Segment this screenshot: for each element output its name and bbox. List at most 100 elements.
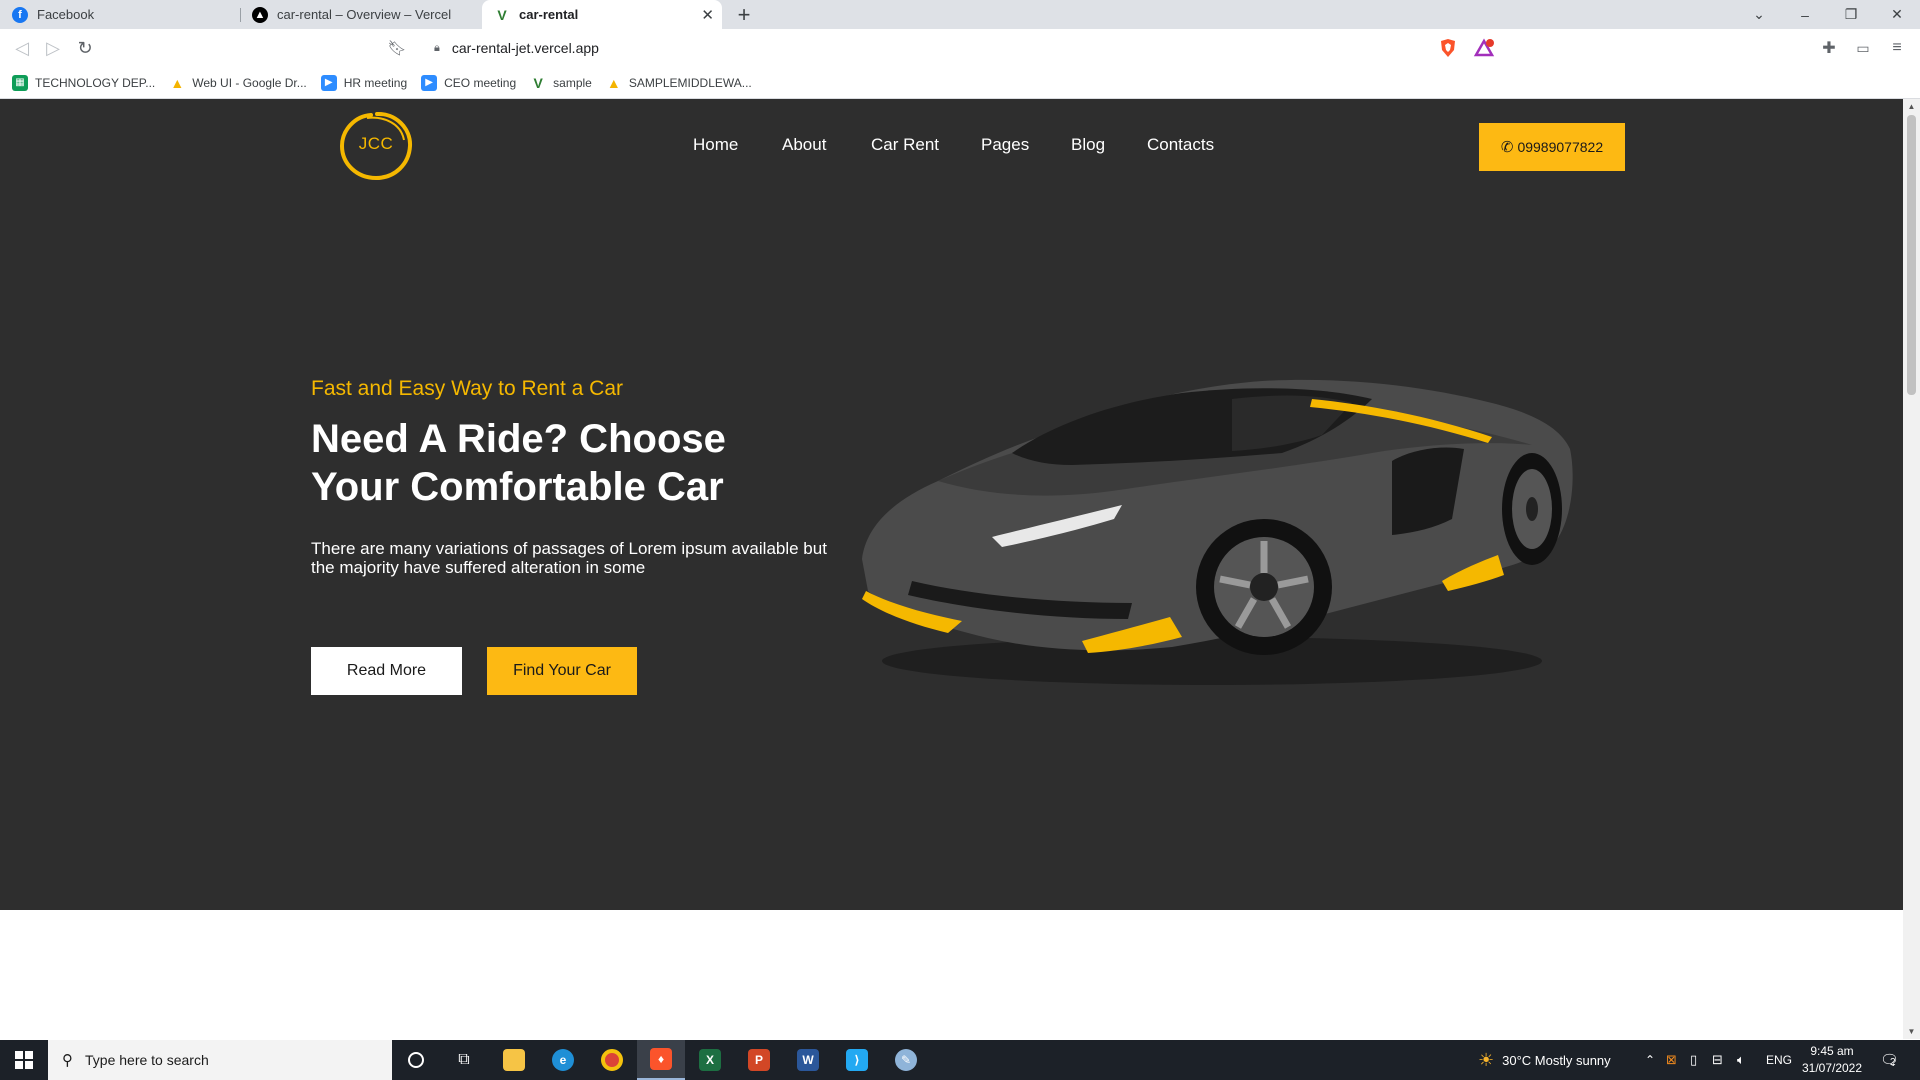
hero-tagline: Fast and Easy Way to Rent a Car: [311, 377, 624, 400]
language-indicator[interactable]: ENG: [1766, 1040, 1792, 1080]
search-placeholder: Type here to search: [85, 1052, 209, 1068]
extensions-icon[interactable]: ✚: [1818, 37, 1840, 59]
edge-button[interactable]: e: [539, 1040, 587, 1080]
notifications-button[interactable]: 🗨︎ 2: [1880, 1040, 1899, 1080]
search-icon: ⚲: [62, 1052, 73, 1069]
scrollbar-thumb[interactable]: [1907, 115, 1916, 395]
minimize-button[interactable]: –: [1782, 0, 1828, 29]
excel-button[interactable]: X: [686, 1040, 734, 1080]
sun-cloud-icon: ☀: [1478, 1049, 1495, 1070]
xampp-icon[interactable]: ⊠: [1666, 1040, 1677, 1080]
page-scrollbar[interactable]: ▲ ▼: [1903, 99, 1920, 1039]
nav-contacts[interactable]: Contacts: [1147, 135, 1214, 155]
close-window-button[interactable]: ✕: [1874, 0, 1920, 29]
restore-button[interactable]: ❐: [1828, 0, 1874, 29]
hero-section: JCC Home About Car Rent Pages Blog Conta…: [0, 99, 1903, 910]
wallet-icon[interactable]: ▭: [1852, 37, 1874, 59]
powerpoint-button[interactable]: P: [735, 1040, 783, 1080]
bookmark-web-ui[interactable]: ▲ Web UI - Google Dr...: [169, 75, 307, 91]
paint-button[interactable]: ✎: [882, 1040, 930, 1080]
read-more-button[interactable]: Read More: [311, 647, 462, 695]
bookmark-label: Web UI - Google Dr...: [192, 75, 307, 90]
system-clock[interactable]: 9:45 am 31/07/2022: [1796, 1043, 1868, 1077]
nav-blog[interactable]: Blog: [1071, 135, 1105, 155]
chrome-icon: [601, 1049, 623, 1071]
brave-button[interactable]: ♦: [637, 1040, 685, 1080]
tray-chevron-icon[interactable]: ⌃: [1645, 1040, 1655, 1080]
bookmark-label: sample: [553, 75, 592, 90]
notification-count: 2: [1890, 1056, 1896, 1068]
bookmark-samplemiddleware[interactable]: ▲ SAMPLEMIDDLEWA...: [606, 75, 752, 91]
nav-about[interactable]: About: [782, 135, 826, 155]
browser-tab-strip: f Facebook ▲ car-rental – Overview – Ver…: [0, 0, 1920, 29]
forward-button[interactable]: ▷: [42, 37, 64, 59]
web-page: JCC Home About Car Rent Pages Blog Conta…: [0, 99, 1903, 1039]
nav-car-rent[interactable]: Car Rent: [871, 135, 939, 155]
brave-shields-icon[interactable]: [1437, 37, 1459, 59]
phone-button[interactable]: ✆ 09989077822: [1479, 123, 1625, 171]
vscode-icon: ⟩: [846, 1049, 868, 1071]
vscode-button[interactable]: ⟩: [833, 1040, 881, 1080]
cortana-icon: [408, 1052, 424, 1068]
nav-home[interactable]: Home: [693, 135, 738, 155]
file-explorer-button[interactable]: [490, 1040, 538, 1080]
sheets-icon: ▦: [12, 74, 28, 91]
tab-title: Facebook: [37, 7, 95, 22]
bookmark-sample[interactable]: V sample: [530, 74, 592, 91]
vercel-v-icon: V: [533, 74, 543, 91]
hero-description: There are many variations of passages of…: [311, 539, 827, 577]
logo-text: JCC: [358, 134, 394, 153]
url-text: car-rental-jet.vercel.app: [451, 40, 599, 56]
address-bar[interactable]: 🔒︎ car-rental-jet.vercel.app: [422, 33, 1497, 63]
menu-icon[interactable]: ≡: [1886, 37, 1908, 59]
bookmark-ceo-meeting[interactable]: ▶ CEO meeting: [421, 74, 517, 91]
phone-icon: ✆: [1500, 139, 1514, 156]
site-logo[interactable]: JCC: [337, 110, 415, 181]
cortana-button[interactable]: [392, 1040, 440, 1080]
excel-icon: X: [699, 1049, 721, 1071]
back-button[interactable]: ◁: [11, 37, 33, 59]
taskbar-search[interactable]: ⚲ Type here to search: [48, 1040, 392, 1080]
volume-icon[interactable]: 🔈︎: [1737, 1040, 1745, 1080]
paint-icon: ✎: [895, 1049, 917, 1071]
start-button[interactable]: [0, 1040, 48, 1080]
find-your-car-button[interactable]: Find Your Car: [487, 647, 637, 695]
close-tab-icon[interactable]: ✕: [701, 6, 714, 24]
word-button[interactable]: W: [784, 1040, 832, 1080]
drive-icon: ▲: [606, 74, 621, 91]
brave-icon: ♦: [650, 1048, 672, 1070]
task-view-button[interactable]: ⧉: [440, 1040, 488, 1080]
bookmark-label: SAMPLEMIDDLEWA...: [628, 75, 752, 90]
clock-date: 31/07/2022: [1801, 1061, 1863, 1075]
tab-search-button[interactable]: ⌄: [1736, 0, 1782, 29]
vercel-icon: ▲: [252, 6, 268, 23]
tab-vercel-overview[interactable]: ▲ car-rental – Overview – Vercel: [240, 0, 480, 29]
headline-line-2: Your Comfortable Car: [311, 465, 724, 509]
weather-widget[interactable]: ☀ 30°C Mostly sunny: [1478, 1040, 1611, 1080]
hero-headline: Need A Ride? Choose Your Comfortable Car: [311, 415, 871, 511]
tab-facebook[interactable]: f Facebook: [0, 0, 240, 29]
scroll-up-icon[interactable]: ▲: [1907, 102, 1916, 111]
folder-icon: [503, 1049, 525, 1071]
chrome-button[interactable]: [588, 1040, 636, 1080]
bookmark-technology-dep[interactable]: ▦ TECHNOLOGY DEP...: [12, 74, 155, 91]
zoom-icon: ▶: [421, 74, 438, 91]
windows-taskbar: ⚲ Type here to search ⧉ e ♦ X P W ⟩ ✎ ☀ …: [0, 1040, 1920, 1080]
bookmark-label: CEO meeting: [444, 75, 517, 90]
network-icon[interactable]: ⊟: [1712, 1040, 1723, 1080]
tab-car-rental[interactable]: V car-rental ✕: [482, 0, 722, 29]
brave-rewards-icon[interactable]: [1473, 37, 1495, 59]
scroll-down-icon[interactable]: ▼: [1907, 1027, 1916, 1036]
vercel-v-icon: V: [497, 6, 507, 23]
word-icon: W: [797, 1049, 819, 1071]
reload-button[interactable]: ↻: [74, 37, 96, 59]
new-tab-button[interactable]: +: [733, 0, 755, 29]
browser-toolbar: ◁ ▷ ↻ 🔖︎ 🔒︎ car-rental-jet.vercel.app ✚ …: [0, 29, 1920, 67]
nav-pages[interactable]: Pages: [981, 135, 1029, 155]
clock-time: 9:45 am: [1810, 1044, 1854, 1058]
bookmark-hr-meeting[interactable]: ▶ HR meeting: [320, 74, 407, 91]
facebook-icon: f: [12, 6, 28, 23]
device-icon[interactable]: ▯: [1690, 1040, 1697, 1080]
bookmark-icon[interactable]: 🔖︎: [386, 37, 408, 59]
edge-icon: e: [552, 1049, 574, 1071]
